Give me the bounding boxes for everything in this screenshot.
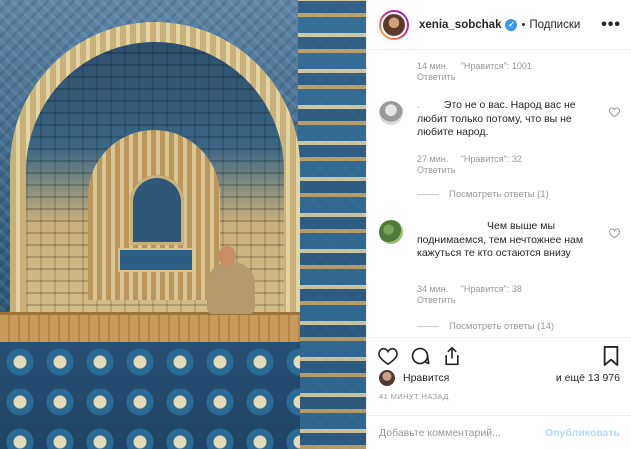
heart-icon[interactable] [609, 107, 620, 120]
comment-username[interactable]: . [417, 99, 420, 111]
heart-icon[interactable] [609, 228, 620, 241]
balcony [0, 312, 300, 342]
comment-likes[interactable]: "Нравится": 38 [461, 284, 522, 294]
replies-divider [417, 326, 439, 327]
publish-button[interactable]: Опубликовать [545, 427, 620, 439]
list-item: Чем выше мы поднимаемся, тем нечтожнее н… [379, 220, 620, 320]
comment-input[interactable] [379, 426, 529, 439]
more-horizontal-icon[interactable]: ••• [601, 16, 621, 34]
reply-button[interactable]: Ответить [417, 72, 532, 83]
comment-meta: 14 мин. "Нравится": 1001 Ответить [417, 61, 542, 83]
post-timestamp[interactable]: 41 МИНУТ НАЗАД [379, 392, 449, 401]
post-actions [367, 337, 631, 367]
profile-username[interactable]: xenia_sobchak [419, 19, 501, 31]
commenter-avatar[interactable] [379, 220, 403, 244]
comment-text: . Это не о вас. Народ вас не любит только… [417, 99, 587, 140]
person-figure [207, 262, 255, 314]
calligraphy-panel [118, 248, 194, 272]
likes-label: Нравится [403, 372, 450, 384]
comments-list[interactable]: 14 мин. "Нравится": 1001 Ответить . Это н… [367, 50, 631, 337]
list-item: . Это не о вас. Народ вас не любит только… [379, 99, 620, 199]
commenter-avatar[interactable] [379, 101, 403, 125]
share-icon[interactable] [441, 345, 463, 367]
add-comment-bar: Опубликовать [367, 415, 631, 449]
verified-check-icon: ✓ [505, 18, 518, 31]
likes-count[interactable]: и ещё 13 976 [556, 372, 620, 384]
view-replies-label: Посмотреть ответы (1) [449, 189, 549, 200]
tile-border [298, 0, 366, 449]
replies-divider [417, 194, 439, 195]
comment-time: 27 мин. [417, 154, 449, 164]
view-replies-button[interactable]: Посмотреть ответы (14) [417, 321, 554, 332]
comment-meta: 27 мин. "Нравится": 32 Ответить [417, 154, 532, 176]
comment-time: 34 мин. [417, 284, 449, 294]
following-button[interactable]: Подписки [529, 19, 580, 31]
comment-icon[interactable] [409, 345, 431, 367]
post-header: xenia_sobchak ✓ • Подписки ••• [367, 0, 631, 50]
avatar-image [381, 11, 407, 38]
comment-body: Чем выше мы поднимаемся, тем нечтожнее н… [417, 220, 584, 259]
reply-button[interactable]: Ответить [417, 165, 522, 176]
post-photo[interactable] [0, 0, 366, 449]
view-replies-button[interactable]: Посмотреть ответы (1) [417, 189, 549, 200]
profile-avatar[interactable] [379, 9, 409, 40]
lattice-window [130, 175, 184, 245]
comment-time: 14 мин. [417, 61, 449, 71]
heart-icon[interactable] [377, 345, 399, 367]
comment-meta: 34 мин. "Нравится": 38 Ответить [417, 284, 532, 306]
separator-dot: • [521, 18, 526, 31]
comment-text: Чем выше мы поднимаемся, тем нечтожнее н… [417, 220, 587, 261]
comment-body: Это не о вас. Народ вас не любит только … [417, 99, 576, 138]
likes-summary[interactable]: Нравится и ещё 13 976 [379, 368, 620, 388]
liker-avatar [379, 370, 395, 386]
view-replies-label: Посмотреть ответы (14) [449, 321, 555, 332]
tile-pattern [0, 342, 300, 449]
comment-likes[interactable]: "Нравится": 32 [461, 154, 522, 164]
comment-likes[interactable]: "Нравится": 1001 [461, 61, 532, 71]
reply-button[interactable]: Ответить [417, 295, 522, 306]
bookmark-icon[interactable] [600, 345, 622, 367]
person-head [218, 246, 236, 266]
post-side-panel: xenia_sobchak ✓ • Подписки ••• 14 мин. "… [366, 0, 631, 449]
